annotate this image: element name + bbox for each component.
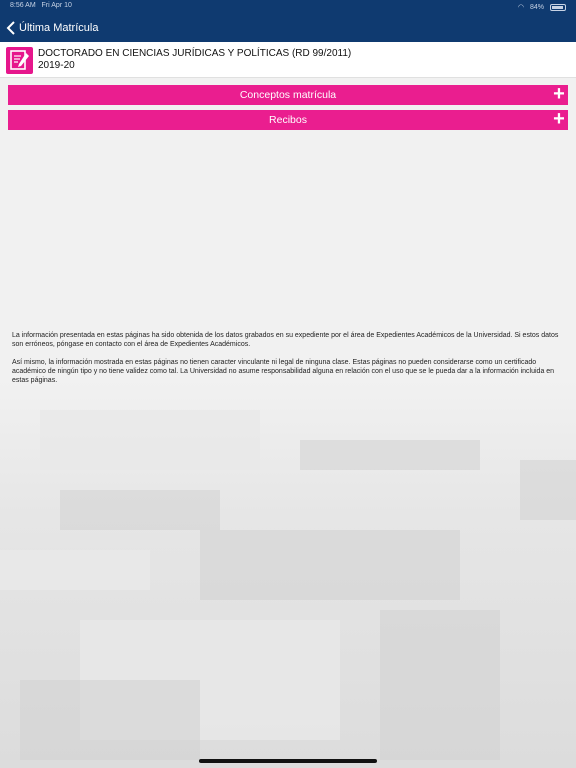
plus-icon[interactable]: + — [552, 84, 566, 104]
program-header: DOCTORADO EN CIENCIAS JURÍDICAS Y POLÍTI… — [0, 42, 576, 78]
battery-percent: 84% — [529, 3, 544, 11]
wifi-icon: ◠ — [517, 4, 524, 11]
section-recibos[interactable]: Recibos + — [8, 109, 568, 130]
status-bar: 8:56 AM Fri Apr 10 ◠ 84% — [10, 2, 566, 12]
navigation-bar: 8:56 AM Fri Apr 10 ◠ 84% Última Matrícul… — [0, 0, 576, 42]
back-button[interactable]: Última Matrícula — [6, 18, 98, 38]
battery-icon — [550, 3, 566, 11]
disclaimer: La información presentada en estas págin… — [12, 331, 564, 394]
campus-background-image — [0, 380, 576, 768]
home-indicator[interactable] — [199, 759, 377, 763]
academic-year: 2019-20 — [38, 60, 75, 71]
status-date: Fri Apr 10 — [41, 2, 72, 9]
plus-icon[interactable]: + — [552, 109, 566, 129]
section-label: Conceptos matrícula — [239, 89, 337, 101]
disclaimer-paragraph: Así mismo, la información mostrada en es… — [12, 359, 555, 384]
chevron-left-icon — [6, 21, 15, 35]
section-conceptos-matricula[interactable]: Conceptos matrícula + — [8, 84, 568, 105]
back-button-label: Última Matrícula — [19, 22, 99, 34]
program-title: DOCTORADO EN CIENCIAS JURÍDICAS Y POLÍTI… — [38, 48, 352, 59]
section-label: Recibos — [269, 114, 307, 126]
status-time: 8:56 AM — [10, 2, 36, 9]
disclaimer-paragraph: La información presentada en estas págin… — [12, 332, 559, 348]
document-edit-icon — [6, 47, 33, 74]
